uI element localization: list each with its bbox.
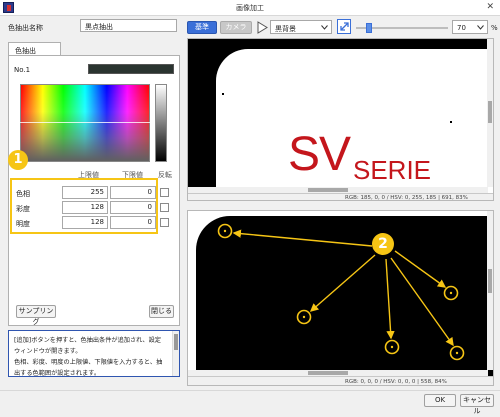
footer-divider	[0, 390, 500, 391]
callout-arrow	[232, 229, 373, 247]
callout-2-badge: 2	[372, 233, 394, 255]
callout-2-overlay	[217, 223, 465, 361]
callout-arrow	[385, 258, 395, 340]
callout-arrow	[309, 254, 376, 312]
callout-arrow	[394, 250, 447, 288]
cancel-button[interactable]: キャンセル	[460, 394, 494, 415]
ok-button[interactable]: OK	[424, 394, 456, 407]
